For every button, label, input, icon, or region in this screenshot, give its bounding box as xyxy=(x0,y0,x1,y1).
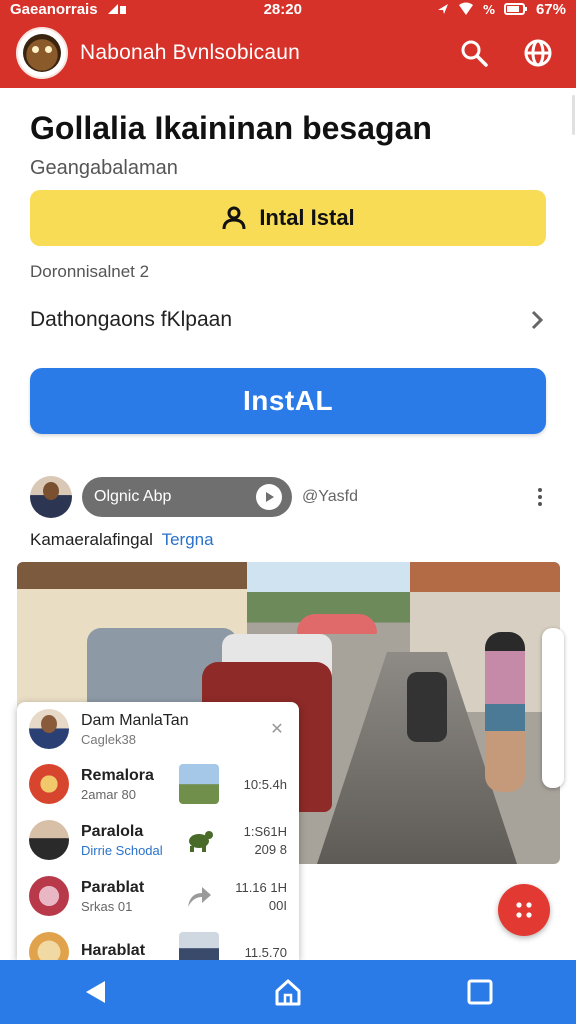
list-item-avatar xyxy=(29,876,69,916)
list-item-sub: 2amar 80 xyxy=(81,786,136,802)
language-button[interactable] xyxy=(516,31,560,75)
globe-icon xyxy=(524,39,552,67)
back-button[interactable] xyxy=(66,962,126,1022)
status-left: Gaeanorrais xyxy=(10,1,130,18)
post-avatar[interactable] xyxy=(30,476,72,518)
chat-header-avatar xyxy=(29,709,69,749)
caption-tag-link[interactable]: Tergna xyxy=(162,530,214,549)
app-bar: Nabonah Bvnlsobicaun xyxy=(0,18,576,88)
install-account-button[interactable]: Intal Istal xyxy=(30,190,546,246)
list-item[interactable]: Harablat 11.5.70 xyxy=(17,924,299,960)
status-bar: Gaeanorrais 28:20 % 67% xyxy=(0,0,576,18)
page-scroll-indicator xyxy=(572,95,575,135)
wifi-icon xyxy=(458,2,473,15)
app-header: Gollalia Ikaininan besagan Geangabalaman xyxy=(30,110,550,180)
audio-pill[interactable]: Olgnic Abp xyxy=(82,477,292,517)
mask-icon xyxy=(23,34,61,72)
photo-motorbike xyxy=(407,672,447,742)
list-item-time: 10:5.4h xyxy=(244,777,287,792)
details-row-label: Dathongaons fKlpaan xyxy=(30,308,232,331)
chat-panel: Dam ManlaTan Caglek38 ✕ Remalora 2amar 8… xyxy=(17,702,299,960)
list-item-thumbnail xyxy=(179,764,219,804)
turtle-icon xyxy=(179,820,219,860)
list-item-text: Parablat Srkas 01 xyxy=(81,879,173,914)
list-item-time-1: 11.16 1H xyxy=(235,879,287,895)
data-icon: % xyxy=(483,3,495,16)
caption-text: Kamaeralafingal xyxy=(30,530,153,549)
list-item[interactable]: Parablat Srkas 01 11.16 1H 00I xyxy=(17,868,299,924)
svg-text:%: % xyxy=(483,3,495,16)
play-icon[interactable] xyxy=(256,484,282,510)
search-button[interactable] xyxy=(452,31,496,75)
list-item-time-1: 10:5.4h xyxy=(243,776,287,792)
chat-header-name: Dam ManlaTan xyxy=(81,711,189,729)
list-item-name: Harablat xyxy=(81,942,146,959)
list-item-avatar xyxy=(29,764,69,804)
photo-umbrella xyxy=(297,614,377,634)
list-item-avatar xyxy=(29,820,69,860)
list-item-time-2: 209 8 xyxy=(254,841,287,857)
list-item-avatar xyxy=(29,932,69,960)
list-item-time: 1:S61H 209 8 xyxy=(244,824,287,857)
list-item-time-1: 1:S61H xyxy=(243,823,287,839)
post-handle[interactable]: @Yasfd xyxy=(302,488,530,506)
more-options-icon[interactable] xyxy=(530,488,550,506)
system-nav-bar xyxy=(0,960,576,1024)
photo-person xyxy=(485,632,525,792)
meta-line: Doronnisalnet 2 xyxy=(30,262,150,281)
fab-button[interactable] xyxy=(498,884,550,936)
recents-button[interactable] xyxy=(450,962,510,1022)
chat-header: Dam ManlaTan Caglek38 ✕ xyxy=(17,702,299,756)
status-right: % 67% xyxy=(436,1,566,18)
person-icon xyxy=(222,206,246,230)
post-caption: Kamaeralafingal Tergna xyxy=(30,530,214,550)
list-item-text: Paralola Dirrie Schodal xyxy=(81,823,173,858)
list-item-time: 11.5.70 xyxy=(245,945,287,960)
chat-header-text: Dam ManlaTan Caglek38 xyxy=(81,712,267,747)
list-item-name: Parablat xyxy=(81,878,145,896)
battery-text: 67% xyxy=(535,0,566,18)
location-icon xyxy=(437,4,448,14)
recents-icon xyxy=(467,979,493,1005)
list-item[interactable]: Paralola Dirrie Schodal 1:S61H 209 8 xyxy=(17,812,299,868)
list-item[interactable]: Remalora 2amar 80 10:5.4h xyxy=(17,756,299,812)
list-item-time: 11.16 1H 00I xyxy=(235,880,287,913)
page-title: Gollalia Ikaininan besagan xyxy=(30,110,432,146)
list-item-text: Harablat xyxy=(81,942,173,960)
scrollbar-thumb[interactable] xyxy=(542,628,564,788)
search-icon xyxy=(461,40,488,67)
share-icon[interactable] xyxy=(179,876,219,916)
list-item-time-2: 00I xyxy=(268,897,287,913)
app-logo-icon[interactable] xyxy=(16,27,68,79)
list-item-time-1: 11.5.70 xyxy=(244,944,287,960)
list-item-thumbnail xyxy=(179,932,219,960)
back-icon xyxy=(86,981,105,1003)
battery-icon xyxy=(503,3,527,15)
home-icon xyxy=(275,979,301,1006)
dots-grid-icon xyxy=(516,902,532,918)
clock: 28:20 xyxy=(263,0,302,18)
chevron-right-icon xyxy=(531,310,544,330)
home-button[interactable] xyxy=(258,962,318,1022)
chat-header-sub: Caglek38 xyxy=(81,731,136,747)
list-item-text: Remalora 2amar 80 xyxy=(81,767,173,802)
app-title: Nabonah Bvnlsobicaun xyxy=(80,41,300,64)
install-account-label: Intal Istal xyxy=(259,205,355,230)
post-header: Olgnic Abp @Yasfd xyxy=(30,474,550,520)
carrier-text: Gaeanorrais xyxy=(10,0,98,18)
signal-icon xyxy=(107,4,126,14)
details-row[interactable]: Dathongaons fKlpaan xyxy=(30,300,546,340)
close-icon[interactable]: ✕ xyxy=(267,719,287,739)
install-button[interactable]: InstAL xyxy=(30,368,546,434)
list-item-name: Paralola xyxy=(81,822,144,840)
list-item-sub: Dirrie Schodal xyxy=(81,842,163,858)
page-subtitle: Geangabalaman xyxy=(30,157,178,179)
list-item-sub: Srkas 01 xyxy=(81,898,133,914)
audio-pill-label: Olgnic Abp xyxy=(94,488,172,505)
list-item-name: Remalora xyxy=(81,766,154,784)
